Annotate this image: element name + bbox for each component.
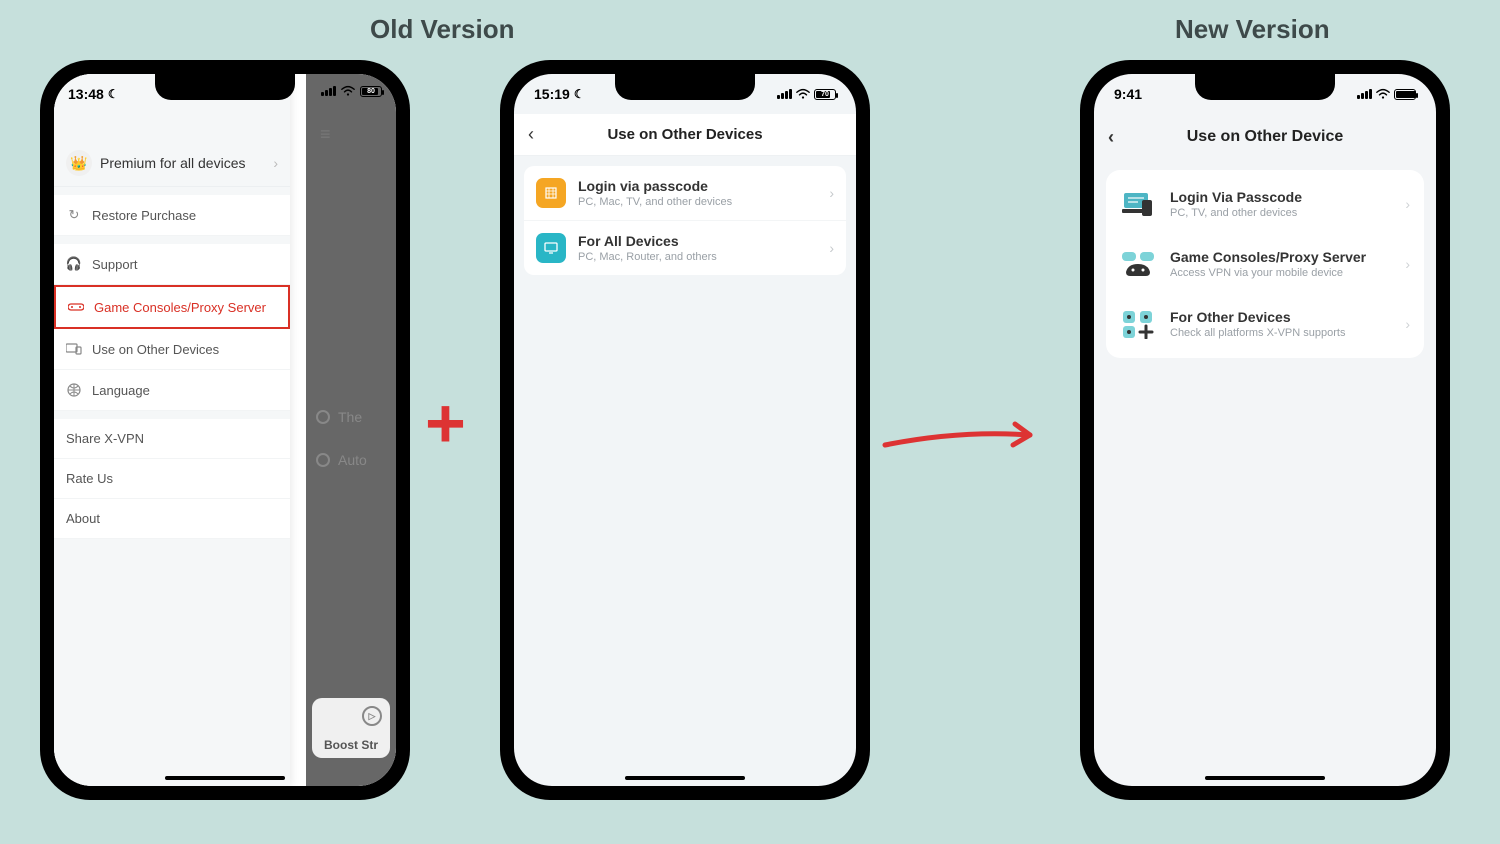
row-login-passcode[interactable]: Login via passcode PC, Mac, TV, and othe… (524, 166, 846, 221)
wifi-icon (796, 87, 810, 101)
arrow-annotation (880, 410, 1050, 460)
row-title: For Other Devices (1170, 309, 1391, 325)
passcode-icon (536, 178, 566, 208)
battery-icon (1394, 89, 1416, 100)
bullet-icon (316, 453, 330, 467)
crown-icon: 👑 (66, 150, 92, 176)
phone-old-use-other: 15:19 ☾ 70 ‹ Use on Other Devices (500, 60, 870, 800)
play-icon[interactable]: ▷ (362, 706, 382, 726)
row-game-consoles[interactable]: Game Consoles/Proxy Server Access VPN vi… (1106, 234, 1424, 294)
chevron-right-icon: › (1405, 196, 1410, 212)
menu-label: Restore Purchase (92, 208, 196, 223)
restore-icon: ↻ (66, 207, 82, 223)
dnd-icon: ☾ (108, 87, 119, 101)
boost-label: Boost Str (324, 738, 378, 752)
row-login-passcode[interactable]: Login Via Passcode PC, TV, and other dev… (1106, 174, 1424, 234)
game-controller-icon (1120, 248, 1156, 280)
menu-restore-purchase[interactable]: ↻ Restore Purchase (54, 195, 290, 236)
bg-item-2: Auto (338, 452, 367, 468)
row-subtitle: PC, TV, and other devices (1170, 207, 1391, 219)
chevron-right-icon: › (1405, 316, 1410, 332)
status-time: 13:48 (68, 86, 104, 102)
monitor-icon (536, 233, 566, 263)
row-title: For All Devices (578, 233, 817, 249)
menu-use-other-devices[interactable]: Use on Other Devices (54, 329, 290, 370)
chevron-right-icon: › (829, 185, 834, 201)
dnd-icon: ☾ (574, 87, 585, 101)
menu-rate[interactable]: Rate Us (54, 459, 290, 499)
hamburger-icon[interactable]: ≡ (320, 124, 331, 145)
phone-new-use-other: 9:41 ‹ Use on Other Device (1080, 60, 1450, 800)
back-button[interactable]: ‹ (1108, 127, 1114, 148)
row-title: Login Via Passcode (1170, 189, 1391, 205)
row-subtitle: Access VPN via your mobile device (1170, 267, 1391, 279)
support-icon: 🎧 (66, 256, 82, 272)
menu-label: Language (92, 383, 150, 398)
row-subtitle: Check all platforms X-VPN supports (1170, 327, 1391, 339)
row-subtitle: PC, Mac, TV, and other devices (578, 196, 817, 208)
dimmed-background: ≡ The Auto ▷ Boost Str (306, 74, 396, 786)
battery-icon: 80 (360, 86, 382, 97)
page-title: Use on Other Device (1187, 128, 1344, 146)
menu-label: Support (92, 257, 138, 272)
battery-icon: 70 (814, 89, 836, 100)
menu-label: Use on Other Devices (92, 342, 219, 357)
phone-old-drawer: ≡ The Auto ▷ Boost Str 13:48 ☾ (40, 60, 410, 800)
page-title: Use on Other Devices (607, 126, 762, 143)
menu-label: Game Consoles/Proxy Server (94, 300, 266, 315)
status-time: 9:41 (1114, 86, 1142, 102)
old-version-label: Old Version (370, 14, 515, 45)
menu-about[interactable]: About (54, 499, 290, 539)
home-indicator (165, 776, 285, 780)
chevron-right-icon: › (273, 155, 278, 171)
menu-language[interactable]: Language (54, 370, 290, 411)
controller-icon (68, 299, 84, 315)
back-button[interactable]: ‹ (528, 124, 534, 145)
wifi-icon (341, 84, 355, 98)
menu-support[interactable]: 🎧 Support (54, 244, 290, 285)
home-indicator (1205, 776, 1325, 780)
premium-title: Premium for all devices (100, 155, 265, 171)
row-other-devices[interactable]: For Other Devices Check all platforms X-… (1106, 294, 1424, 354)
boost-card[interactable]: ▷ Boost Str (312, 698, 390, 758)
chevron-right-icon: › (1405, 256, 1410, 272)
status-time: 15:19 (534, 86, 570, 102)
signal-icon (777, 89, 792, 99)
row-title: Login via passcode (578, 178, 817, 194)
drawer-menu: 13:48 ☾ 👑 Premium for all devices › ↻ Re… (54, 74, 290, 786)
chevron-right-icon: › (829, 240, 834, 256)
signal-icon (1357, 89, 1372, 99)
plus-annotation: + (425, 402, 466, 444)
wifi-icon (1376, 87, 1390, 101)
platforms-icon (1120, 308, 1156, 340)
bullet-icon (316, 410, 330, 424)
premium-header[interactable]: 👑 Premium for all devices › (54, 102, 290, 187)
bg-item-1: The (338, 409, 362, 425)
menu-game-consoles[interactable]: Game Consoles/Proxy Server (54, 285, 290, 329)
pc-icon (1120, 188, 1156, 220)
globe-icon (66, 382, 82, 398)
signal-icon (321, 86, 336, 96)
row-all-devices[interactable]: For All Devices PC, Mac, Router, and oth… (524, 221, 846, 275)
new-version-label: New Version (1175, 14, 1330, 45)
row-subtitle: PC, Mac, Router, and others (578, 251, 817, 263)
menu-share[interactable]: Share X-VPN (54, 419, 290, 459)
row-title: Game Consoles/Proxy Server (1170, 249, 1391, 265)
home-indicator (625, 776, 745, 780)
devices-icon (66, 341, 82, 357)
